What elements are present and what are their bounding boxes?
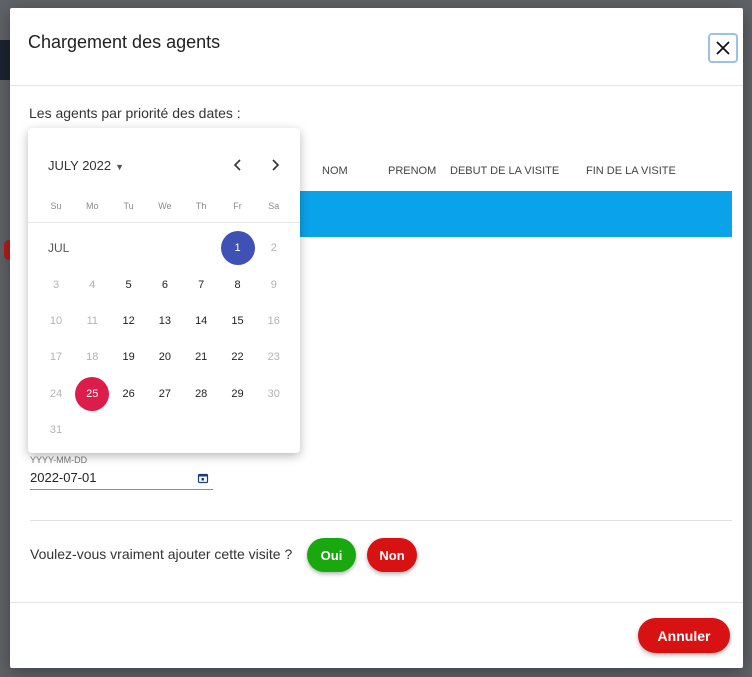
date-field-label: YYYY-MM-DD — [30, 455, 88, 465]
calendar-day[interactable]: 27 — [148, 377, 182, 411]
date-picker-popup: JULY 2022 ▼ Su Mo Tu We Th Fr Sa JUL 1234567891… — [28, 128, 300, 453]
chevron-left-icon — [233, 159, 241, 171]
non-button[interactable]: Non — [367, 538, 417, 572]
oui-button[interactable]: Oui — [307, 538, 356, 572]
calendar-day[interactable]: 3 — [39, 268, 73, 302]
calendar-day[interactable]: 4 — [75, 268, 109, 302]
calendar-day[interactable]: 18 — [75, 340, 109, 374]
column-header-fin[interactable]: FIN DE LA VISITE — [586, 165, 676, 177]
dialog-header: Chargement des agents — [10, 8, 743, 86]
calendar-day[interactable]: 17 — [39, 340, 73, 374]
calendar-day[interactable]: 26 — [112, 377, 146, 411]
date-input[interactable]: 2022-07-01 — [30, 468, 213, 490]
calendar-day[interactable]: 21 — [184, 340, 218, 374]
month-year-selector[interactable]: JULY 2022 ▼ — [48, 158, 124, 173]
calendar-day[interactable]: 2 — [257, 231, 291, 265]
calendar-day[interactable]: 28 — [184, 377, 218, 411]
column-header-prenom[interactable]: PRENOM — [388, 165, 436, 177]
previous-month-button[interactable] — [228, 155, 248, 175]
calendar-day[interactable]: 11 — [75, 304, 109, 338]
calendar-day[interactable]: 19 — [112, 340, 146, 374]
calendar-day[interactable]: 30 — [257, 377, 291, 411]
calendar-day[interactable]: 9 — [257, 268, 291, 302]
confirm-question: Voulez-vous vraiment ajouter cette visit… — [30, 546, 293, 562]
calendar-day[interactable]: 24 — [39, 377, 73, 411]
calendar-divider — [28, 222, 300, 223]
weekday-label: Fr — [233, 201, 242, 211]
divider — [30, 520, 732, 521]
calendar-day[interactable]: 6 — [148, 268, 182, 302]
weekday-label: Sa — [268, 201, 280, 211]
calendar-day[interactable]: 12 — [112, 304, 146, 338]
calendar-day[interactable]: 8 — [221, 268, 255, 302]
weekday-header: Su Mo Tu We Th Fr Sa — [38, 201, 290, 215]
calendar-day[interactable]: 7 — [184, 268, 218, 302]
calendar-day[interactable]: 15 — [221, 304, 255, 338]
calendar-day[interactable]: 5 — [112, 268, 146, 302]
next-month-button[interactable] — [265, 155, 285, 175]
weekday-label: We — [158, 201, 172, 211]
calendar-day[interactable]: 10 — [39, 304, 73, 338]
calendar-day[interactable]: 13 — [148, 304, 182, 338]
calendar-day[interactable]: 14 — [184, 304, 218, 338]
caret-down-icon: ▼ — [115, 161, 125, 172]
dialog-title: Chargement des agents — [28, 32, 221, 52]
close-icon — [716, 41, 730, 55]
calendar-icon[interactable] — [197, 472, 209, 484]
month-year-label: JULY 2022 — [48, 158, 112, 173]
background-strip — [0, 40, 10, 80]
calendar-day[interactable]: 1 — [220, 231, 255, 265]
close-button[interactable] — [708, 33, 738, 63]
calendar-day[interactable]: 16 — [257, 304, 291, 338]
weekday-label: Su — [50, 201, 62, 211]
agents-dialog: Chargement des agents Les agents par pri… — [10, 8, 743, 668]
calendar-day[interactable]: 29 — [221, 377, 255, 411]
column-header-debut[interactable]: DEBUT DE LA VISITE — [450, 165, 559, 177]
chevron-right-icon — [272, 159, 280, 171]
weekday-label: Tu — [123, 201, 134, 211]
calendar-day[interactable]: 23 — [257, 340, 291, 374]
annuler-button[interactable]: Annuler — [638, 618, 730, 653]
calendar-day[interactable]: 22 — [221, 340, 255, 374]
calendar-day[interactable]: 31 — [39, 413, 73, 447]
agents-subtitle: Les agents par priorité des dates : — [29, 105, 241, 121]
column-header-nom[interactable]: NOM — [322, 165, 348, 177]
calendar-day[interactable]: 25 — [75, 377, 110, 411]
footer-divider — [10, 602, 743, 603]
weekday-label: Th — [195, 201, 207, 211]
calendar-day[interactable]: 20 — [148, 340, 182, 374]
month-short-label: JUL — [48, 241, 70, 255]
weekday-label: Mo — [86, 201, 99, 211]
